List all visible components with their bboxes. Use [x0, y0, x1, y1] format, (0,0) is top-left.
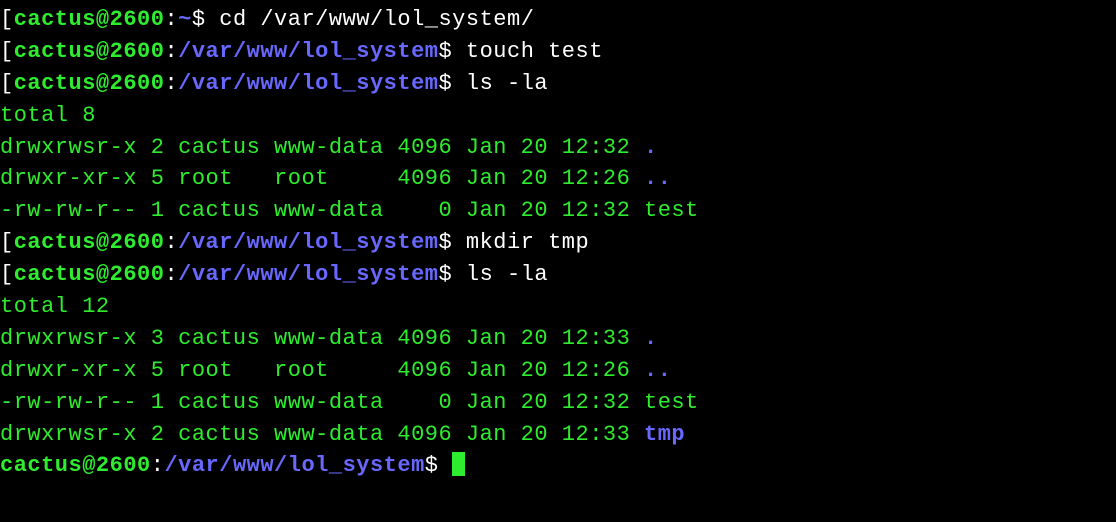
ls-row-main: drwxrwsr-x 2 cactus www-data 4096 Jan 20… — [0, 135, 644, 160]
cursor-icon — [452, 452, 465, 476]
user-host: cactus@2600 — [14, 7, 165, 32]
prompt-symbol: $ — [438, 71, 465, 96]
ls-row-main: drwxrwsr-x 3 cactus www-data 4096 Jan 20… — [0, 326, 644, 351]
colon: : — [164, 262, 178, 287]
command-text: ls -la — [466, 71, 548, 96]
cwd: ~ — [178, 7, 192, 32]
prompt-line-active[interactable]: cactus@2600:/var/www/lol_system$ — [0, 450, 1116, 482]
bracket-open: [ — [0, 71, 14, 96]
ls-row-main: drwxr-xr-x 5 root root 4096 Jan 20 12:26 — [0, 358, 644, 383]
ls-row-main: -rw-rw-r-- 1 cactus www-data 0 Jan 20 12… — [0, 198, 644, 223]
ls-row: drwxr-xr-x 5 root root 4096 Jan 20 12:26… — [0, 163, 1116, 195]
cwd: /var/www/lol_system — [178, 39, 438, 64]
prompt-line: [cactus@2600:/var/www/lol_system$ ls -la — [0, 68, 1116, 100]
cwd: /var/www/lol_system — [178, 262, 438, 287]
prompt-line: [cactus@2600:~$ cd /var/www/lol_system/ — [0, 4, 1116, 36]
colon: : — [151, 453, 165, 478]
ls-row: drwxr-xr-x 5 root root 4096 Jan 20 12:26… — [0, 355, 1116, 387]
cwd: /var/www/lol_system — [164, 453, 424, 478]
prompt-symbol: $ — [192, 7, 219, 32]
ls-row: -rw-rw-r-- 1 cactus www-data 0 Jan 20 12… — [0, 195, 1116, 227]
ls-row-name: . — [644, 135, 658, 160]
ls-row-main: drwxr-xr-x 5 root root 4096 Jan 20 12:26 — [0, 166, 644, 191]
ls-total-text: total 8 — [0, 103, 96, 128]
ls-row-name: test — [644, 390, 699, 415]
prompt-symbol: $ — [425, 453, 452, 478]
ls-row: drwxrwsr-x 2 cactus www-data 4096 Jan 20… — [0, 132, 1116, 164]
ls-row: drwxrwsr-x 3 cactus www-data 4096 Jan 20… — [0, 323, 1116, 355]
command-text: cd /var/www/lol_system/ — [219, 7, 534, 32]
ls-row-main: -rw-rw-r-- 1 cactus www-data 0 Jan 20 12… — [0, 390, 644, 415]
user-host: cactus@2600 — [0, 453, 151, 478]
prompt-symbol: $ — [438, 39, 465, 64]
ls-row-name: . — [644, 326, 658, 351]
colon: : — [164, 230, 178, 255]
ls-row: -rw-rw-r-- 1 cactus www-data 0 Jan 20 12… — [0, 387, 1116, 419]
bracket-open: [ — [0, 262, 14, 287]
prompt-line: [cactus@2600:/var/www/lol_system$ ls -la — [0, 259, 1116, 291]
ls-row-name: .. — [644, 358, 671, 383]
ls-row: drwxrwsr-x 2 cactus www-data 4096 Jan 20… — [0, 419, 1116, 451]
user-host: cactus@2600 — [14, 71, 165, 96]
bracket-open: [ — [0, 230, 14, 255]
command-text: touch test — [466, 39, 603, 64]
prompt-symbol: $ — [438, 262, 465, 287]
ls-row-name: test — [644, 198, 699, 223]
cwd: /var/www/lol_system — [178, 230, 438, 255]
colon: : — [164, 7, 178, 32]
ls-total: total 12 — [0, 291, 1116, 323]
ls-total: total 8 — [0, 100, 1116, 132]
command-text: ls -la — [466, 262, 548, 287]
prompt-line: [cactus@2600:/var/www/lol_system$ mkdir … — [0, 227, 1116, 259]
bracket-open: [ — [0, 7, 14, 32]
cwd: /var/www/lol_system — [178, 71, 438, 96]
user-host: cactus@2600 — [14, 39, 165, 64]
colon: : — [164, 39, 178, 64]
terminal[interactable]: [cactus@2600:~$ cd /var/www/lol_system/ … — [0, 4, 1116, 482]
command-text: mkdir tmp — [466, 230, 589, 255]
ls-row-name: .. — [644, 166, 671, 191]
user-host: cactus@2600 — [14, 262, 165, 287]
ls-row-main: drwxrwsr-x 2 cactus www-data 4096 Jan 20… — [0, 422, 644, 447]
ls-total-text: total 12 — [0, 294, 110, 319]
bracket-open: [ — [0, 39, 14, 64]
user-host: cactus@2600 — [14, 230, 165, 255]
colon: : — [164, 71, 178, 96]
ls-row-name: tmp — [644, 422, 685, 447]
prompt-symbol: $ — [438, 230, 465, 255]
prompt-line: [cactus@2600:/var/www/lol_system$ touch … — [0, 36, 1116, 68]
